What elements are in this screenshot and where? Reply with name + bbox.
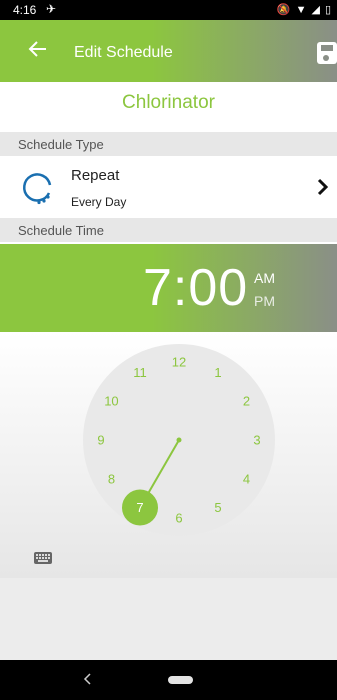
clock-number-12[interactable]: 12 [172,355,186,370]
battery-icon: ▯ [324,4,331,16]
repeat-label: Repeat [71,167,120,184]
page-title: Edit Schedule [74,44,173,61]
signal-icon: ◢ [311,4,320,16]
schedule-time-header: Schedule Time [0,218,337,242]
clock-face[interactable]: 121234567891011 [0,332,337,578]
clock-number-10[interactable]: 10 [104,394,118,409]
clock-number-3[interactable]: 3 [253,433,260,448]
nav-back-icon[interactable] [82,672,92,686]
status-bar: 4:16 ✈ 🔕 ▼ ◢ ▯ [0,0,337,20]
repeat-frequency: Every Day [71,195,127,209]
clock-number-2[interactable]: 2 [243,394,250,409]
notification-icon: ✈ [46,2,57,16]
pm-toggle[interactable]: PM [254,293,275,309]
clock-number-1[interactable]: 1 [214,365,221,380]
mute-icon: 🔕 [276,4,291,16]
time-display[interactable]: 7:00 [143,258,248,318]
clock-number-6[interactable]: 6 [175,511,182,526]
clock-number-9[interactable]: 9 [97,433,104,448]
keyboard-icon[interactable] [34,552,52,564]
status-icons: 🔕 ▼ ◢ ▯ [276,3,331,17]
app-bar: Edit Schedule [0,20,337,82]
empty-area [0,578,337,660]
clock-number-8[interactable]: 8 [108,472,115,487]
am-toggle[interactable]: AM [254,270,275,286]
clock-number-4[interactable]: 4 [243,472,250,487]
nav-home-pill[interactable] [168,676,193,684]
clock-number-7[interactable]: 7 [136,500,143,515]
clock-number-11[interactable]: 11 [133,365,147,380]
save-icon[interactable] [317,42,337,64]
clock-number-5[interactable]: 5 [214,500,221,515]
repeat-icon [22,173,52,205]
clock-center [176,437,182,443]
wifi-icon: ▼ [295,3,307,16]
schedule-type-header: Schedule Type [0,132,337,156]
device-name: Chlorinator [0,82,337,130]
chevron-right-icon[interactable] [317,178,329,196]
status-time: 4:16 [13,3,37,17]
back-arrow-icon[interactable] [26,38,48,60]
